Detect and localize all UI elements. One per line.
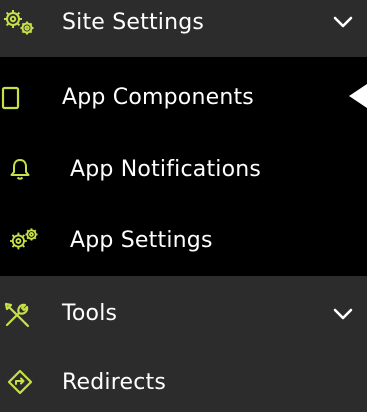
menu-item-app-notifications[interactable]: App Notifications <box>0 132 367 204</box>
menu-item-redirects[interactable]: Redirects <box>0 352 367 412</box>
redirect-icon <box>6 368 34 396</box>
menu-item-app-settings[interactable]: App Settings <box>0 204 367 276</box>
tools-icon <box>2 300 32 330</box>
menu-item-label: App Settings <box>70 228 213 253</box>
menu-item-label: App Components <box>62 85 254 110</box>
menu-group-tools[interactable]: Tools <box>0 276 367 352</box>
active-indicator <box>349 84 367 108</box>
sidebar-menu: Site Settings App Components App Notific… <box>0 0 367 412</box>
menu-item-label: App Notifications <box>70 157 262 182</box>
gears-icon <box>2 6 36 40</box>
chevron-down-icon[interactable] <box>333 304 353 324</box>
menu-group-label: Site Settings <box>62 10 205 35</box>
menu-item-label: Redirects <box>62 370 166 395</box>
menu-item-app-components[interactable]: App Components <box>0 60 367 132</box>
gears-icon <box>8 226 40 256</box>
bell-icon <box>8 157 32 181</box>
menu-group-site-settings[interactable]: Site Settings <box>0 0 367 57</box>
menu-group-label: Tools <box>62 301 118 326</box>
page-icon <box>0 86 22 110</box>
chevron-down-icon[interactable] <box>333 12 353 32</box>
